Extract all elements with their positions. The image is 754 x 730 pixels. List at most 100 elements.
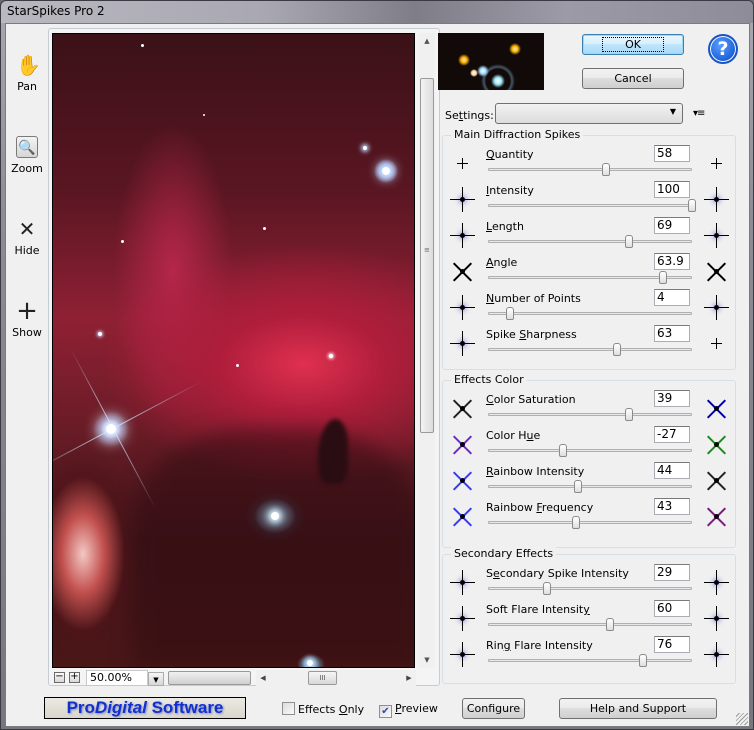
checkbox-box[interactable] [282, 702, 295, 715]
intensity-value-field[interactable]: 100 [654, 181, 690, 198]
length-min-preview-icon [449, 222, 475, 248]
spike-glyph [460, 442, 465, 447]
configure-button[interactable]: Configure [462, 698, 525, 719]
number-of-points-max-preview-icon [701, 292, 731, 322]
length-slider-thumb[interactable] [624, 235, 633, 248]
spike-glyph [460, 406, 465, 411]
intensity-max-preview-icon [701, 184, 731, 214]
quantity-slider-thumb[interactable] [602, 163, 611, 176]
ring-flare-intensity-slider-track[interactable] [488, 659, 692, 662]
soft-flare-intensity-value-field[interactable]: 60 [654, 600, 690, 617]
main-diffraction-spikes-group: Main Diffraction Spikes Quantity 58 Intens… [442, 128, 736, 370]
plus-icon: + [16, 296, 38, 326]
vertical-scrollbar[interactable]: ▲ ≡ ▼ [419, 33, 435, 668]
horizontal-scroll-thumb[interactable]: III [308, 671, 337, 685]
color-saturation-value-field[interactable]: 39 [654, 390, 690, 407]
spike-sharpness-value-field[interactable]: 63 [654, 325, 690, 342]
rainbow-frequency-max-preview-icon [701, 501, 731, 531]
scroll-down-arrow[interactable]: ▼ [419, 652, 435, 668]
slider-row-spike-sharpness: Spike Sharpness 63 [443, 324, 735, 360]
preview-checkbox[interactable]: ✔ Preview [379, 702, 438, 718]
magnifier-icon: 🔍 [16, 136, 38, 158]
rainbow-intensity-slider-thumb[interactable] [573, 480, 582, 493]
star [263, 227, 266, 230]
zoom-out-button[interactable]: − [54, 672, 65, 683]
tool-show[interactable]: + Show [6, 296, 48, 339]
secondary-spike-intensity-slider-track[interactable] [488, 587, 692, 590]
color-hue-slider-track[interactable] [488, 449, 692, 452]
spike-glyph [704, 199, 729, 200]
tool-show-label: Show [12, 326, 42, 339]
angle-slider-thumb[interactable] [659, 271, 668, 284]
soft-flare-intensity-slider-thumb[interactable] [606, 618, 615, 631]
horizontal-scrollbar[interactable]: ◀ III ▶ [256, 670, 416, 686]
soft-flare-intensity-label: Soft Flare Intensity [486, 603, 590, 616]
spike-glyph [450, 199, 475, 200]
spike-sharpness-slider-track[interactable] [488, 348, 692, 351]
color-hue-slider-thumb[interactable] [559, 444, 568, 457]
help-icon[interactable]: ? [708, 34, 738, 64]
vertical-scroll-thumb[interactable]: ≡ [420, 78, 434, 433]
slider-row-secondary-spike-intensity: Secondary Spike Intensity 29 [443, 563, 735, 599]
spike-glyph [460, 478, 465, 483]
settings-menu-icon[interactable]: ▾≡ [693, 108, 705, 119]
rainbow-frequency-slider-thumb[interactable] [571, 516, 580, 529]
secondary-spike-intensity-slider-thumb[interactable] [543, 582, 552, 595]
color-saturation-label: Color Saturation [486, 393, 576, 406]
intensity-slider-thumb[interactable] [688, 199, 696, 212]
star [141, 44, 144, 47]
ring-flare-intensity-slider-thumb[interactable] [639, 654, 648, 667]
color-saturation-slider-track[interactable] [488, 413, 692, 416]
length-value-field[interactable]: 69 [654, 217, 690, 234]
spike-glyph [714, 269, 719, 274]
spike-sharpness-slider-thumb[interactable] [612, 343, 621, 356]
checkbox-box[interactable]: ✔ [379, 705, 392, 718]
length-max-preview-icon [701, 220, 731, 250]
rainbow-intensity-value-field[interactable]: 44 [654, 462, 690, 479]
rainbow-frequency-slider-track[interactable] [488, 521, 692, 524]
tool-hide[interactable]: ✕ Hide [6, 218, 48, 257]
zoom-level-field[interactable]: 50.00% [86, 670, 148, 686]
color-saturation-min-preview-icon [449, 395, 475, 421]
help-and-support-button[interactable]: Help and Support [559, 698, 717, 719]
settings-dropdown[interactable]: ▼ [495, 103, 683, 124]
ring-flare-intensity-min-preview-icon [449, 641, 475, 667]
zoom-slider[interactable] [168, 671, 251, 685]
prodigital-logo[interactable]: ProDigital Software [44, 697, 246, 719]
tool-zoom[interactable]: 🔍 Zoom [6, 136, 48, 175]
scroll-left-arrow[interactable]: ◀ [256, 670, 270, 686]
ok-button[interactable]: OK [582, 34, 684, 55]
quantity-slider-track[interactable] [488, 168, 692, 171]
title-bar[interactable]: StarSpikes Pro 2 [1, 1, 753, 23]
secondary-spike-intensity-label: Secondary Spike Intensity [486, 567, 629, 580]
cancel-button[interactable]: Cancel [582, 68, 684, 89]
preview-label: Preview [395, 702, 438, 715]
effects-only-checkbox[interactable]: Effects Only [282, 702, 364, 716]
spike-glyph [460, 514, 465, 519]
scroll-right-arrow[interactable]: ▶ [402, 670, 416, 686]
spike-glyph [704, 582, 729, 583]
resize-grip[interactable] [736, 713, 748, 725]
zoom-in-button[interactable]: + [69, 672, 80, 683]
slider-row-rainbow-frequency: Rainbow Frequency 43 [443, 497, 735, 533]
number-of-points-value-field[interactable]: 4 [654, 289, 690, 306]
color-saturation-slider-thumb[interactable] [624, 408, 633, 421]
image-canvas[interactable] [52, 33, 415, 668]
number-of-points-slider-track[interactable] [488, 312, 692, 315]
tool-pan[interactable]: ✋ Pan [6, 54, 48, 93]
color-hue-value-field[interactable]: -27 [654, 426, 690, 443]
star [121, 240, 124, 243]
length-slider-track[interactable] [488, 240, 692, 243]
ring-flare-intensity-value-field[interactable]: 76 [654, 636, 690, 653]
angle-value-field[interactable]: 63.9 [654, 253, 690, 270]
rainbow-frequency-value-field[interactable]: 43 [654, 498, 690, 515]
rainbow-frequency-min-preview-icon [449, 503, 475, 529]
rainbow-intensity-slider-track[interactable] [488, 485, 692, 488]
intensity-slider-track[interactable] [488, 204, 692, 207]
secondary-spike-intensity-value-field[interactable]: 29 [654, 564, 690, 581]
quantity-value-field[interactable]: 58 [654, 145, 690, 162]
scroll-up-arrow[interactable]: ▲ [419, 33, 435, 49]
number-of-points-slider-thumb[interactable] [506, 307, 515, 320]
zoom-dropdown-button[interactable]: ▼ [148, 672, 164, 686]
soft-flare-intensity-slider-track[interactable] [488, 623, 692, 626]
